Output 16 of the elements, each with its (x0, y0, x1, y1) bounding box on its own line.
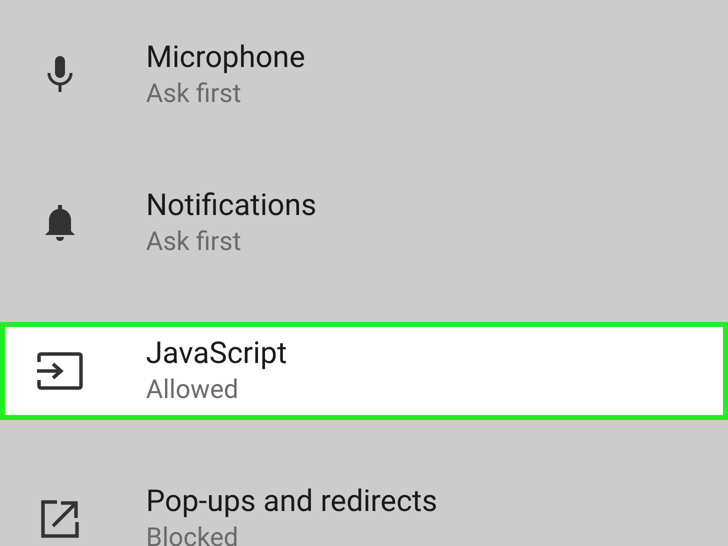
setting-status: Ask first (146, 78, 242, 111)
settings-item[interactable]: Pop-ups and redirects Blocked (0, 470, 728, 546)
setting-title: JavaScript (146, 335, 287, 373)
setting-status: Ask first (146, 226, 242, 259)
setting-status: Allowed (146, 374, 240, 407)
bell-icon (43, 203, 77, 243)
setting-title: Microphone (146, 39, 306, 77)
setting-status: Blocked (146, 522, 240, 546)
microphone-icon (46, 55, 74, 95)
setting-title: Pop-ups and redirects (146, 483, 438, 521)
settings-item[interactable]: Notifications Ask first (0, 174, 728, 272)
arrow-into-box-icon (37, 352, 83, 390)
settings-item[interactable]: JavaScript Allowed (0, 322, 728, 420)
settings-item[interactable]: Microphone Ask first (0, 26, 728, 124)
setting-title: Notifications (146, 187, 317, 225)
external-link-icon (41, 500, 79, 538)
